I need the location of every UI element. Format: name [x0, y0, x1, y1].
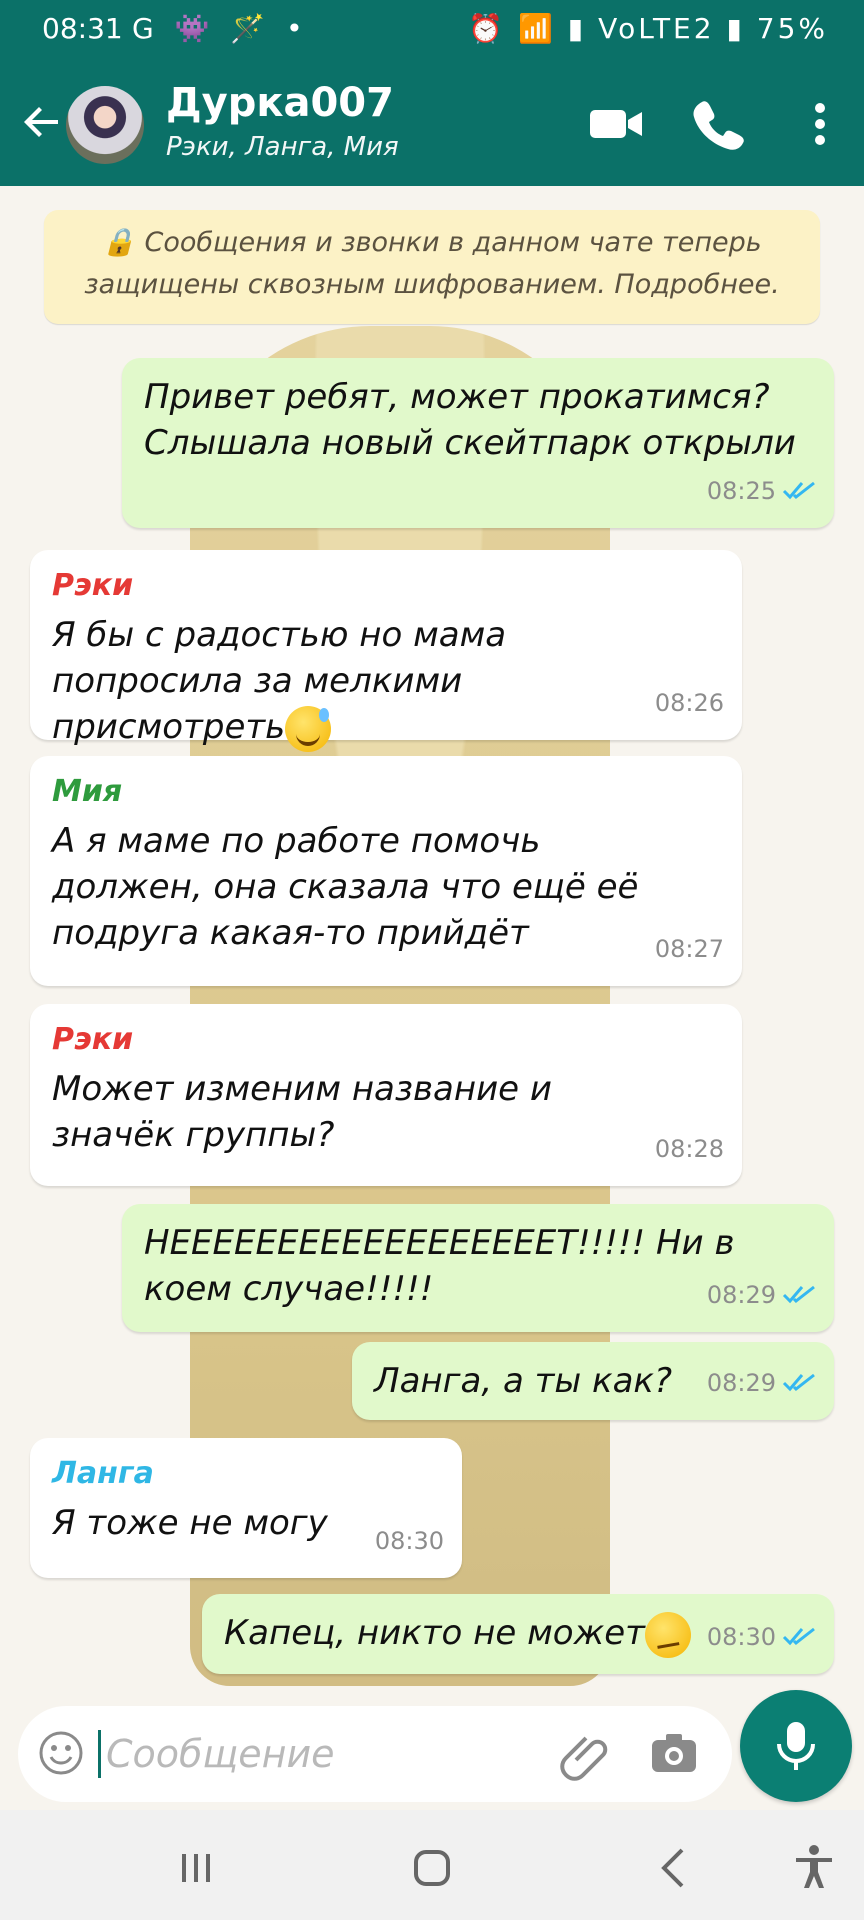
chat-participants[interactable]: Рэки, Ланга, Мия — [166, 132, 399, 162]
message-text: Может изменим название и значёк группы? — [52, 1069, 552, 1155]
encryption-notice[interactable]: 🔒 Сообщения и звонки в данном чате тепер… — [44, 210, 820, 324]
message-meta: 08:29 — [707, 1360, 816, 1406]
message-text: А я маме по работе помочь должен, она ск… — [52, 821, 639, 953]
recent-apps-icon[interactable] — [168, 1840, 224, 1896]
read-ticks-icon — [782, 1285, 815, 1304]
message-meta: 08:29 — [707, 1272, 816, 1318]
message-meta: 08:30 — [707, 1614, 816, 1660]
read-ticks-icon — [782, 1373, 815, 1392]
more-vertical-icon[interactable] — [790, 94, 850, 154]
text-cursor — [98, 1730, 101, 1778]
message-bubble-outgoing[interactable]: Капец, никто не может 08:30 — [202, 1594, 834, 1674]
message-meta: 08:25 — [707, 468, 816, 514]
back-arrow-icon[interactable] — [18, 98, 66, 146]
chat-header: Дурка007 Рэки, Ланга, Мия — [0, 62, 864, 186]
message-text-content: Я бы с радостью но мама попросила за мел… — [52, 615, 507, 747]
message-bubble-incoming[interactable]: Рэки Может изменим название и значёк гру… — [30, 1004, 742, 1186]
home-icon[interactable] — [404, 1840, 460, 1896]
message-time: 08:26 — [654, 689, 724, 717]
sender-name: Рэки — [52, 1022, 134, 1057]
message-text-content: Капец, никто не может — [224, 1613, 645, 1653]
microphone-icon[interactable] — [740, 1690, 852, 1802]
message-meta: 08:30 — [375, 1518, 444, 1564]
video-camera-icon[interactable] — [586, 94, 646, 154]
message-input-container[interactable] — [18, 1706, 732, 1802]
emoji-icon[interactable] — [36, 1728, 86, 1778]
grinning-sweat-emoji-icon — [285, 705, 332, 752]
message-text: НЕЕЕЕЕЕЕЕЕЕЕЕЕЕЕЕЕЕТ!!!!! Ни в коем случ… — [144, 1223, 735, 1309]
sender-name: Мия — [52, 774, 123, 809]
message-time: 08:29 — [706, 1281, 776, 1309]
message-text: Я бы с радостью но мама попросила за мел… — [52, 612, 632, 752]
message-time: 08:28 — [654, 1135, 724, 1163]
message-time: 08:29 — [706, 1369, 776, 1397]
message-text: Привет ребят, может прокатимся? Слышала … — [144, 377, 796, 463]
message-meta: 08:28 — [655, 1126, 724, 1172]
message-time: 08:30 — [706, 1623, 776, 1651]
paperclip-icon[interactable] — [558, 1726, 614, 1782]
message-input[interactable] — [106, 1724, 526, 1784]
message-bubble-outgoing[interactable]: Привет ребят, может прокатимся? Слышала … — [122, 358, 834, 528]
read-ticks-icon — [782, 1627, 815, 1646]
message-time: 08:30 — [374, 1527, 444, 1555]
sender-name: Ланга — [52, 1456, 154, 1491]
message-time: 08:27 — [654, 935, 724, 963]
back-nav-icon[interactable] — [646, 1840, 702, 1896]
accessibility-icon[interactable] — [786, 1840, 842, 1896]
smirk-emoji-icon — [644, 1611, 691, 1658]
sender-name: Рэки — [52, 568, 134, 603]
message-meta: 08:27 — [655, 926, 724, 972]
message-meta: 08:26 — [655, 680, 724, 726]
chat-area[interactable]: 🔒 Сообщения и звонки в данном чате тепер… — [0, 186, 864, 1690]
camera-icon[interactable] — [646, 1726, 702, 1782]
chat-title[interactable]: Дурка007 — [166, 80, 394, 126]
message-bubble-incoming[interactable]: Ланга Я тоже не могу 08:30 — [30, 1438, 462, 1578]
status-bar: 08:31 G 👾 🪄 • ⏰ 📶 ▮ VoLTE2 ▮ 75% — [0, 0, 864, 62]
message-bubble-outgoing[interactable]: НЕЕЕЕЕЕЕЕЕЕЕЕЕЕЕЕЕЕТ!!!!! Ни в коем случ… — [122, 1204, 834, 1332]
status-time: 08:31 — [42, 12, 123, 45]
phone-icon[interactable] — [688, 94, 748, 154]
status-right-icons: ⏰ 📶 ▮ VoLTE2 ▮ 75% — [468, 12, 828, 45]
status-left-icons: G 👾 🪄 • — [132, 12, 309, 45]
message-bubble-outgoing[interactable]: Ланга, а ты как? 08:29 — [352, 1342, 834, 1420]
message-bubble-incoming[interactable]: Рэки Я бы с радостью но мама попросила з… — [30, 550, 742, 752]
message-time: 08:25 — [706, 477, 776, 505]
message-composer — [0, 1690, 864, 1810]
message-bubble-incoming[interactable]: Мия А я маме по работе помочь должен, он… — [30, 756, 742, 986]
read-ticks-icon — [782, 481, 815, 500]
group-avatar[interactable] — [66, 86, 144, 164]
system-navigation-bar — [0, 1810, 864, 1920]
